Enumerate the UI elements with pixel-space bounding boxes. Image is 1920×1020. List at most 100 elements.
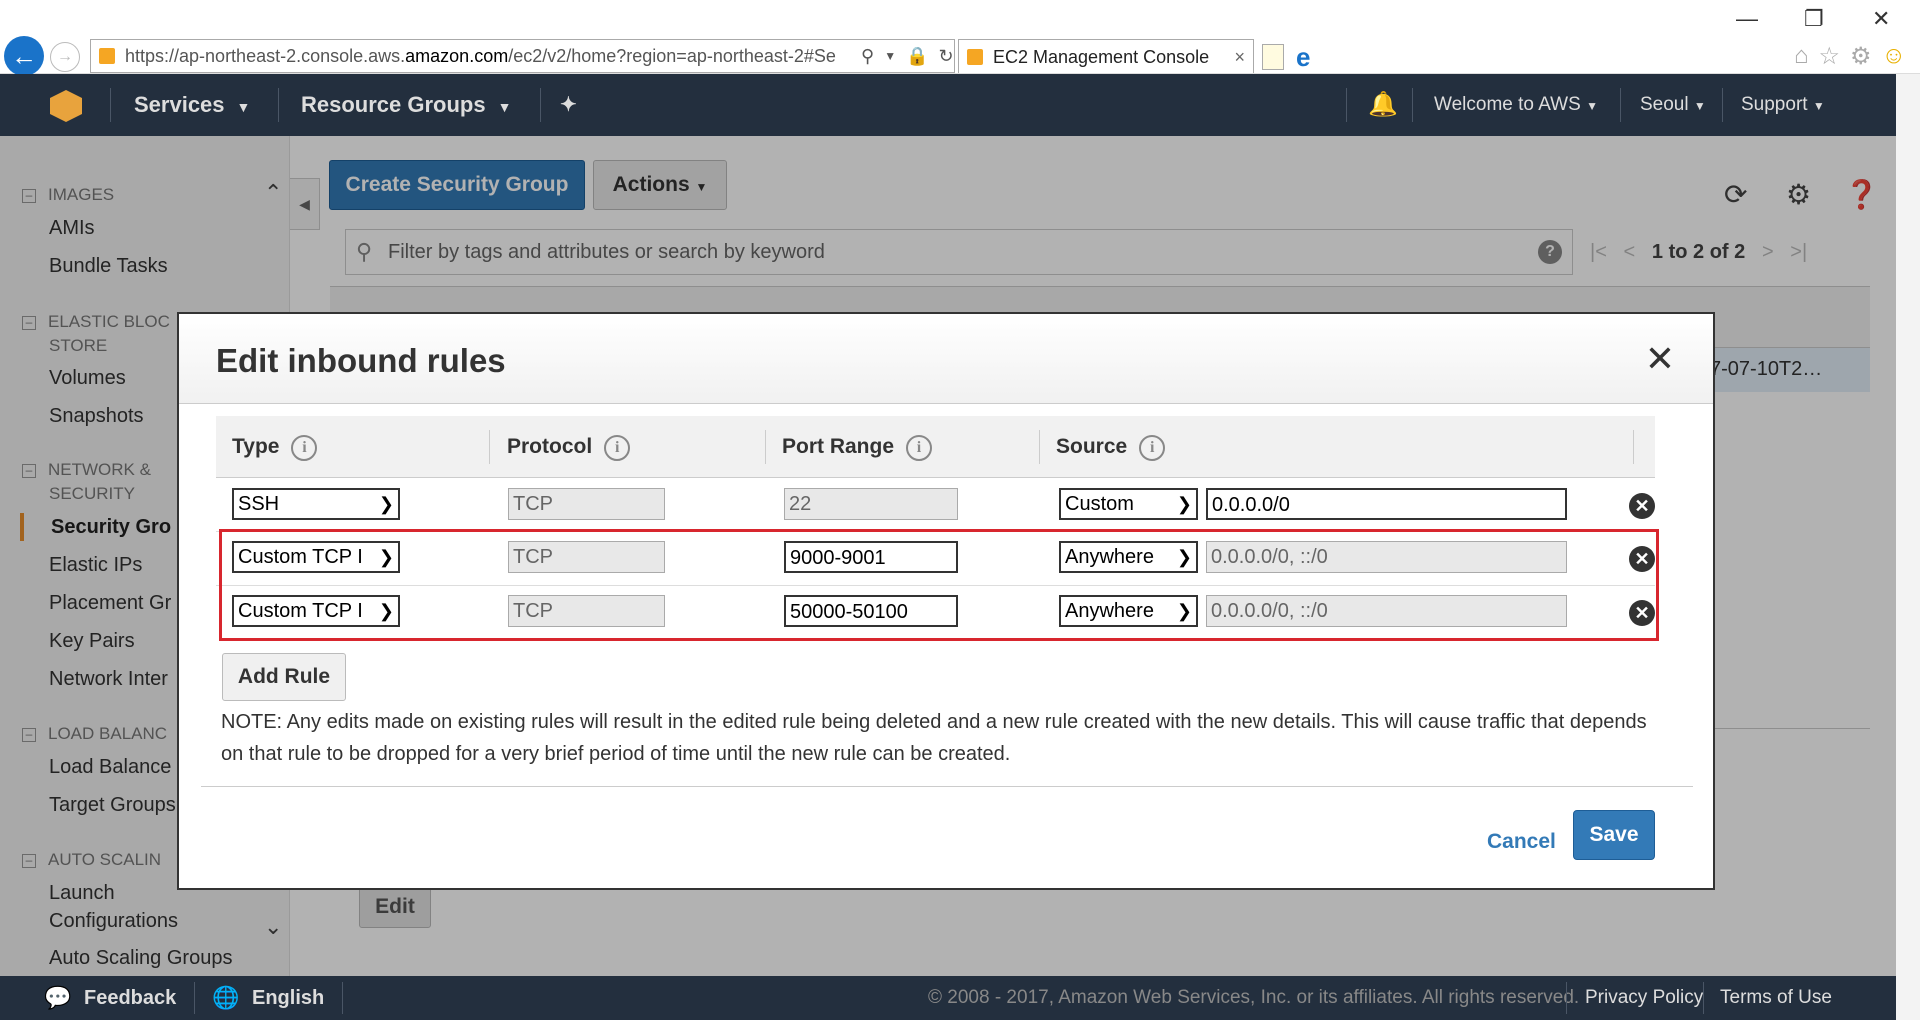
new-tab-icon[interactable] <box>1262 44 1284 70</box>
back-arrow-icon[interactable]: ← <box>4 36 44 76</box>
refresh-icon[interactable]: ↻ <box>939 46 954 67</box>
column-divider <box>1039 430 1040 464</box>
chevron-down-icon: ▼ <box>1812 99 1825 113</box>
address-bar[interactable]: https://ap-northeast-2.console.aws.amazo… <box>90 39 955 73</box>
column-divider <box>765 430 766 464</box>
aws-header: Services ▼ Resource Groups ▼ ✦ 🔔 Welcome t… <box>0 74 1896 136</box>
port-range-field: 22 <box>784 488 958 520</box>
header-divider <box>1722 88 1723 122</box>
footer: 💬 Feedback 🌐 English © 2008 - 2017, Amaz… <box>0 976 1896 1020</box>
page-scrollbar[interactable] <box>1896 74 1920 1020</box>
resource-groups-menu[interactable]: Resource Groups ▼ <box>301 74 511 136</box>
settings-gear-icon[interactable]: ⚙ <box>1850 42 1872 71</box>
info-icon[interactable]: i <box>906 435 933 461</box>
source-type-value: Custom <box>1065 493 1134 515</box>
cancel-button[interactable]: Cancel <box>1487 830 1556 854</box>
add-rule-button[interactable]: Add Rule <box>222 653 346 701</box>
tab-close-icon[interactable]: × <box>1234 40 1245 74</box>
services-menu[interactable]: Services ▼ <box>134 74 250 136</box>
resource-groups-label: Resource Groups <box>301 92 486 117</box>
chevron-down-icon: ▼ <box>236 99 251 115</box>
protocol-field: TCP <box>508 488 665 520</box>
feedback-link[interactable]: Feedback <box>84 976 176 1020</box>
pin-icon[interactable]: ✦ <box>560 74 577 136</box>
language-selector[interactable]: English <box>252 976 324 1020</box>
header-divider <box>540 88 541 122</box>
footer-divider <box>1566 982 1567 1014</box>
dialog-header: Edit inbound rules ✕ <box>179 314 1713 404</box>
header-divider <box>1412 88 1413 122</box>
chevron-down-icon: ▼ <box>497 99 512 115</box>
browser-chrome: ← → https://ap-northeast-2.console.aws.a… <box>0 0 1920 76</box>
column-label: Protocol <box>507 435 593 458</box>
save-button[interactable]: Save <box>1573 810 1655 860</box>
region-menu[interactable]: Seoul ▼ <box>1640 74 1706 136</box>
source-cidr-input[interactable]: 0.0.0.0/0 <box>1206 488 1567 520</box>
address-tools: ⚲ ▼ 🔒 ↻ <box>855 39 954 73</box>
site-favicon-icon <box>99 48 115 64</box>
edit-inbound-rules-dialog: Edit inbound rules ✕ Type i Protocol i Por… <box>177 312 1715 890</box>
chevron-down-icon: ❯ <box>1176 494 1192 514</box>
column-label: Source <box>1056 435 1128 458</box>
footer-divider <box>1703 982 1704 1014</box>
forward-arrow-icon[interactable]: → <box>50 42 80 72</box>
column-divider <box>489 430 490 464</box>
region-label: Seoul <box>1640 94 1689 115</box>
column-label: Type <box>232 435 280 458</box>
info-icon[interactable]: i <box>291 435 318 461</box>
url-domain: amazon.com <box>405 46 509 66</box>
type-select[interactable]: SSH ❯ <box>232 488 400 520</box>
welcome-label: Welcome to AWS <box>1434 94 1581 115</box>
ie-logo-icon[interactable]: e <box>1296 42 1310 73</box>
globe-icon: 🌐 <box>212 985 240 1010</box>
type-value: SSH <box>238 493 280 515</box>
tab-favicon-icon <box>967 49 983 65</box>
favorites-star-icon[interactable]: ☆ <box>1818 42 1840 71</box>
dialog-title: Edit inbound rules <box>216 342 506 379</box>
close-icon[interactable]: ✕ <box>1645 338 1675 380</box>
url-prefix: https://ap-northeast-2.console.aws. <box>125 46 406 66</box>
feedback-bubble-icon: 💬 <box>44 985 72 1010</box>
notification-bell-icon[interactable]: 🔔 <box>1368 74 1398 136</box>
terms-of-use-link[interactable]: Terms of Use <box>1720 976 1832 1020</box>
column-header-protocol: Protocol i <box>507 416 631 478</box>
url-suffix: /ec2/v2/home?region=ap-northeast-2#Se <box>508 46 836 66</box>
browser-tab[interactable]: EC2 Management Console × <box>958 39 1254 73</box>
chevron-down-icon: ▼ <box>1586 99 1598 113</box>
info-icon[interactable]: i <box>604 435 631 461</box>
home-icon[interactable]: ⌂ <box>1794 42 1809 71</box>
rule-row: SSH ❯ TCP 22 Custom ❯ 0.0.0.0/0 ✕ <box>216 478 1655 532</box>
header-divider <box>110 88 111 122</box>
smiley-icon[interactable]: ☺ <box>1881 42 1906 71</box>
info-icon[interactable]: i <box>1139 435 1166 461</box>
dropdown-icon[interactable]: ▼ <box>884 49 896 63</box>
footer-divider <box>194 982 195 1014</box>
chevron-down-icon: ▼ <box>1693 99 1706 113</box>
source-select[interactable]: Custom ❯ <box>1059 488 1198 520</box>
copyright-text: © 2008 - 2017, Amazon Web Services, Inc.… <box>928 987 1580 1008</box>
header-divider <box>278 88 279 122</box>
tab-title: EC2 Management Console <box>993 47 1210 67</box>
column-divider <box>1633 430 1634 464</box>
privacy-policy-link[interactable]: Privacy Policy <box>1585 976 1703 1020</box>
chevron-down-icon: ❯ <box>378 494 394 514</box>
close-window-icon[interactable]: ✕ <box>1872 6 1890 32</box>
account-menu[interactable]: Welcome to AWS ▼ <box>1434 74 1598 136</box>
services-label: Services <box>134 92 225 117</box>
minimize-icon[interactable]: — <box>1736 6 1758 32</box>
footer-divider <box>342 982 343 1014</box>
column-header-source: Source i <box>1056 416 1166 478</box>
header-divider <box>1346 88 1347 122</box>
edit-warning-note: NOTE: Any edits made on existing rules w… <box>221 711 1647 765</box>
restore-icon[interactable]: ❐ <box>1804 6 1824 32</box>
highlight-box <box>219 529 1659 641</box>
delete-rule-icon[interactable]: ✕ <box>1629 493 1655 519</box>
support-label: Support <box>1741 94 1808 115</box>
search-icon[interactable]: ⚲ <box>861 46 874 67</box>
aws-cube-logo-icon[interactable] <box>50 90 82 122</box>
support-menu[interactable]: Support ▼ <box>1741 74 1825 136</box>
rules-table-header: Type i Protocol i Port Range i Source i <box>216 416 1655 478</box>
header-divider <box>1620 88 1621 122</box>
lock-icon[interactable]: 🔒 <box>906 46 928 67</box>
browser-icons: ⌂ ☆ ⚙ ☺ <box>1794 42 1906 71</box>
